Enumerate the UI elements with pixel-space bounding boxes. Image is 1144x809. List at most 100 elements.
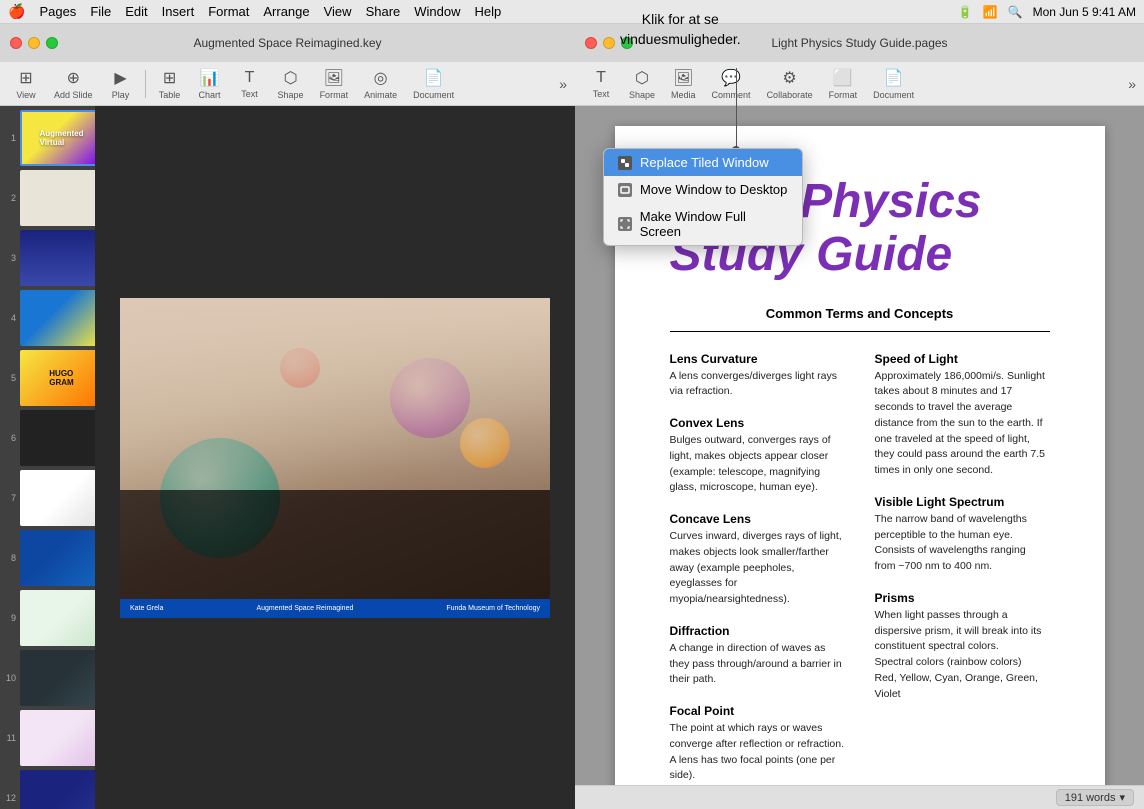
pages-format-button[interactable]: ⬜ Format [823,66,864,102]
term-title: Visible Light Spectrum [875,495,1050,509]
pages-toolbar: T Text ⬡ Shape 🖼 Media 💬 Comment ⚙ Colla… [575,62,1144,106]
toolbar-more-button[interactable]: » [559,76,567,92]
slide-footer-center: Augmented Space Reimagined [256,605,353,612]
pages-title: Light Physics Study Guide.pages [771,36,947,50]
menu-arrange[interactable]: Arrange [263,4,309,19]
pages-traffic-lights [585,37,633,49]
slide-panel[interactable]: 1 AugmentedVirtual 2 3 4 [0,106,95,809]
fullscreen-icon [618,217,632,231]
play-button[interactable]: ▶ Play [103,66,139,102]
slide-thumb-11[interactable] [20,710,95,766]
slide-thumb-10[interactable] [20,650,95,706]
menu-view[interactable]: View [324,4,352,19]
doc-columns: Lens Curvature A lens converges/diverges… [670,352,1050,785]
pages-comment-button[interactable]: 💬 Comment [706,66,757,102]
table-icon: ⊞ [163,68,176,88]
list-item[interactable]: 8 [4,530,91,586]
slide-thumb-7[interactable] [20,470,95,526]
minimize-button[interactable] [28,37,40,49]
pages-fullscreen-button[interactable] [621,37,633,49]
list-item[interactable]: 9 [4,590,91,646]
close-button[interactable] [10,37,22,49]
pages-minimize-button[interactable] [603,37,615,49]
format-button[interactable]: 🖼 Format [314,66,355,102]
term-concave-lens: Concave Lens Curves inward, diverges ray… [670,512,845,608]
pages-media-button[interactable]: 🖼 Media [665,66,702,102]
list-item[interactable]: 4 [4,290,91,346]
word-count-chevron: ▾ [1119,791,1125,804]
menu-help[interactable]: Help [475,4,502,19]
list-item[interactable]: 2 [4,170,91,226]
slide-thumb-1[interactable]: AugmentedVirtual [20,110,95,166]
menu-insert[interactable]: Insert [162,4,195,19]
term-title: Lens Curvature [670,352,845,366]
slide-thumb-12[interactable] [20,770,95,809]
list-item[interactable]: 12 [4,770,91,809]
list-item[interactable]: 7 [4,470,91,526]
text-icon: T [245,69,255,87]
context-menu-item-desktop[interactable]: Move Window to Desktop [604,176,802,203]
slide-footer: Kate Grela Augmented Space Reimagined Fu… [120,599,550,618]
menu-format[interactable]: Format [208,4,249,19]
list-item[interactable]: 6 [4,410,91,466]
table-button[interactable]: ⊞ Table [152,66,188,102]
list-item[interactable]: 5 HUGOGRAM [4,350,91,406]
slide-footer-left: Kate Grela [130,605,163,612]
wifi-icon: 📶 [983,5,998,19]
list-item[interactable]: 11 [4,710,91,766]
pages-collaborate-button[interactable]: ⚙ Collaborate [761,66,819,102]
document-button[interactable]: 📄 Document [407,66,460,102]
view-button[interactable]: ⊞ View [8,66,44,102]
term-title: Focal Point [670,704,845,718]
fullscreen-label: Make Window Full Screen [640,209,788,239]
slide-canvas: Kate Grela Augmented Space Reimagined Fu… [120,298,550,618]
slide-thumb-8[interactable] [20,530,95,586]
slide-thumb-4[interactable] [20,290,95,346]
animate-button[interactable]: ◎ Animate [358,66,403,102]
move-desktop-icon [618,183,632,197]
pages-toolbar-more[interactable]: » [1128,76,1136,92]
animate-label: Animate [364,90,397,100]
slide-thumb-5[interactable]: HUGOGRAM [20,350,95,406]
chart-button[interactable]: 📊 Chart [192,66,228,102]
menu-pages[interactable]: Pages [39,4,76,19]
slide-thumb-2[interactable] [20,170,95,226]
menu-file[interactable]: File [90,4,111,19]
term-convex-lens: Convex Lens Bulges outward, converges ra… [670,416,845,496]
menu-edit[interactable]: Edit [125,4,147,19]
slide-thumb-3[interactable] [20,230,95,286]
fullscreen-button[interactable] [46,37,58,49]
pages-document-button[interactable]: 📄 Document [867,66,920,102]
add-slide-button[interactable]: ⊕ Add Slide [48,66,99,102]
slide-thumb-6[interactable] [20,410,95,466]
list-item[interactable]: 3 [4,230,91,286]
pages-close-button[interactable] [585,37,597,49]
pages-shape-button[interactable]: ⬡ Shape [623,66,661,102]
keynote-window: Augmented Space Reimagined.key ⊞ View ⊕ … [0,24,575,809]
animate-icon: ◎ [374,68,388,88]
text-button[interactable]: T Text [232,67,268,101]
list-item[interactable]: 10 [4,650,91,706]
shape-button[interactable]: ⬡ Shape [272,66,310,102]
word-count-badge[interactable]: 191 words ▾ [1056,789,1134,806]
pages-text-label: Text [593,89,610,99]
apple-menu[interactable]: 🍎 [8,3,25,20]
context-menu-item-replace[interactable]: Replace Tiled Window [604,149,802,176]
context-menu-item-fullscreen[interactable]: Make Window Full Screen [604,203,802,245]
term-title: Convex Lens [670,416,845,430]
replace-tiled-icon [618,156,632,170]
search-icon[interactable]: 🔍 [1008,5,1023,19]
view-label: View [16,90,35,100]
pages-format-label: Format [829,90,858,100]
play-icon: ▶ [114,68,126,88]
menu-window[interactable]: Window [414,4,460,19]
pages-text-button[interactable]: T Text [583,67,619,101]
menu-share[interactable]: Share [366,4,401,19]
slide-thumb-9[interactable] [20,590,95,646]
term-title: Prisms [875,591,1050,605]
term-title: Concave Lens [670,512,845,526]
term-desc: Curves inward, diverges rays of light, m… [670,529,845,608]
battery-icon: 🔋 [958,5,973,19]
list-item[interactable]: 1 AugmentedVirtual [4,110,91,166]
replace-tiled-label: Replace Tiled Window [640,155,769,170]
